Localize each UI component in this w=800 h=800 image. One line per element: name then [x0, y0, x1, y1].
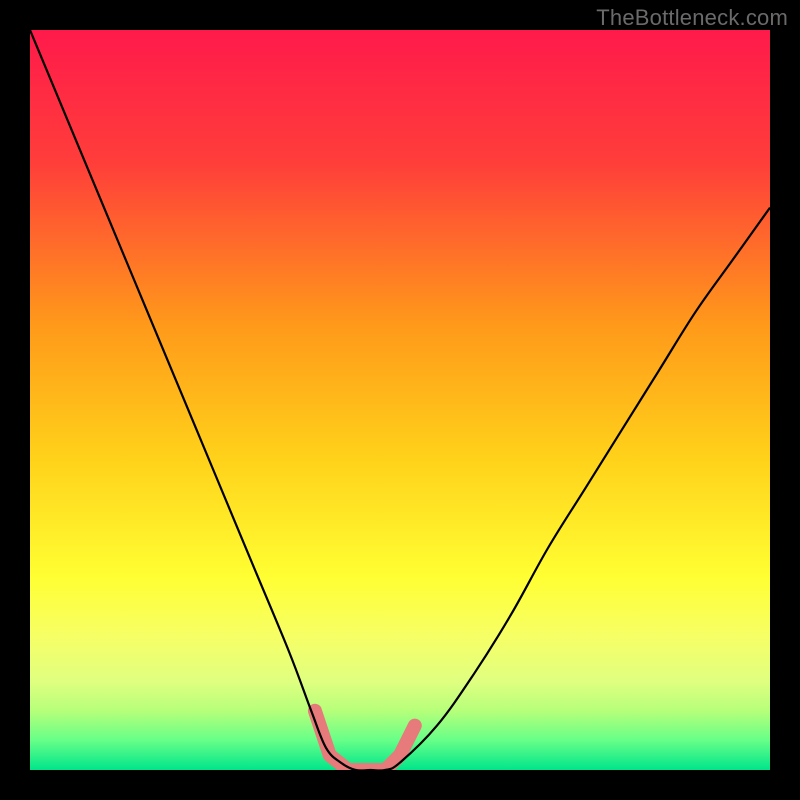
- chart-frame: TheBottleneck.com: [0, 0, 800, 800]
- bottleneck-curve: [30, 30, 770, 770]
- watermark-text: TheBottleneck.com: [596, 5, 788, 31]
- highlight-bracket: [315, 711, 415, 770]
- plot-area: [30, 30, 770, 770]
- curve-layer: [30, 30, 770, 770]
